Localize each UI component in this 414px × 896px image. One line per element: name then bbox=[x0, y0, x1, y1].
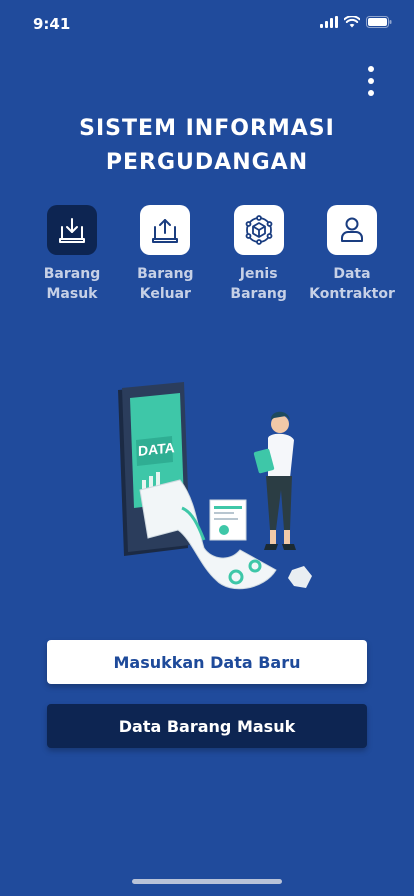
data-illustration: DATA bbox=[100, 380, 320, 610]
nav-label: Barang Masuk bbox=[43, 266, 101, 302]
more-vertical-icon bbox=[368, 66, 374, 72]
upload-tray-icon bbox=[140, 205, 191, 255]
add-new-data-button[interactable]: Masukkan Data Baru bbox=[47, 640, 367, 684]
more-options-button[interactable] bbox=[364, 66, 378, 96]
wifi-icon bbox=[344, 16, 360, 28]
menu-grid: Barang Masuk Barang Keluar Jenis Barang … bbox=[27, 205, 397, 304]
nav-label: Barang Keluar bbox=[137, 266, 194, 302]
status-time: 9:41 bbox=[33, 15, 71, 33]
incoming-goods-data-button[interactable]: Data Barang Masuk bbox=[47, 704, 367, 748]
home-indicator bbox=[132, 879, 282, 884]
user-icon bbox=[326, 205, 377, 255]
battery-icon bbox=[366, 16, 392, 28]
status-bar: 9:41 bbox=[0, 0, 414, 48]
nav-label: Data Kontraktor bbox=[309, 266, 395, 302]
nav-item-jenis-barang[interactable]: Jenis Barang bbox=[214, 205, 304, 304]
nav-item-barang-keluar[interactable]: Barang Keluar bbox=[120, 205, 210, 304]
status-icons bbox=[320, 16, 392, 28]
signal-icon bbox=[320, 16, 338, 28]
nav-item-data-kontraktor[interactable]: Data Kontraktor bbox=[307, 205, 397, 304]
page-title: SISTEM INFORMASI PERGUDANGAN bbox=[79, 116, 335, 175]
download-tray-icon bbox=[47, 205, 97, 255]
nav-item-barang-masuk[interactable]: Barang Masuk bbox=[27, 205, 117, 304]
box-network-icon bbox=[233, 205, 284, 255]
nav-label: Jenis Barang bbox=[230, 266, 287, 302]
